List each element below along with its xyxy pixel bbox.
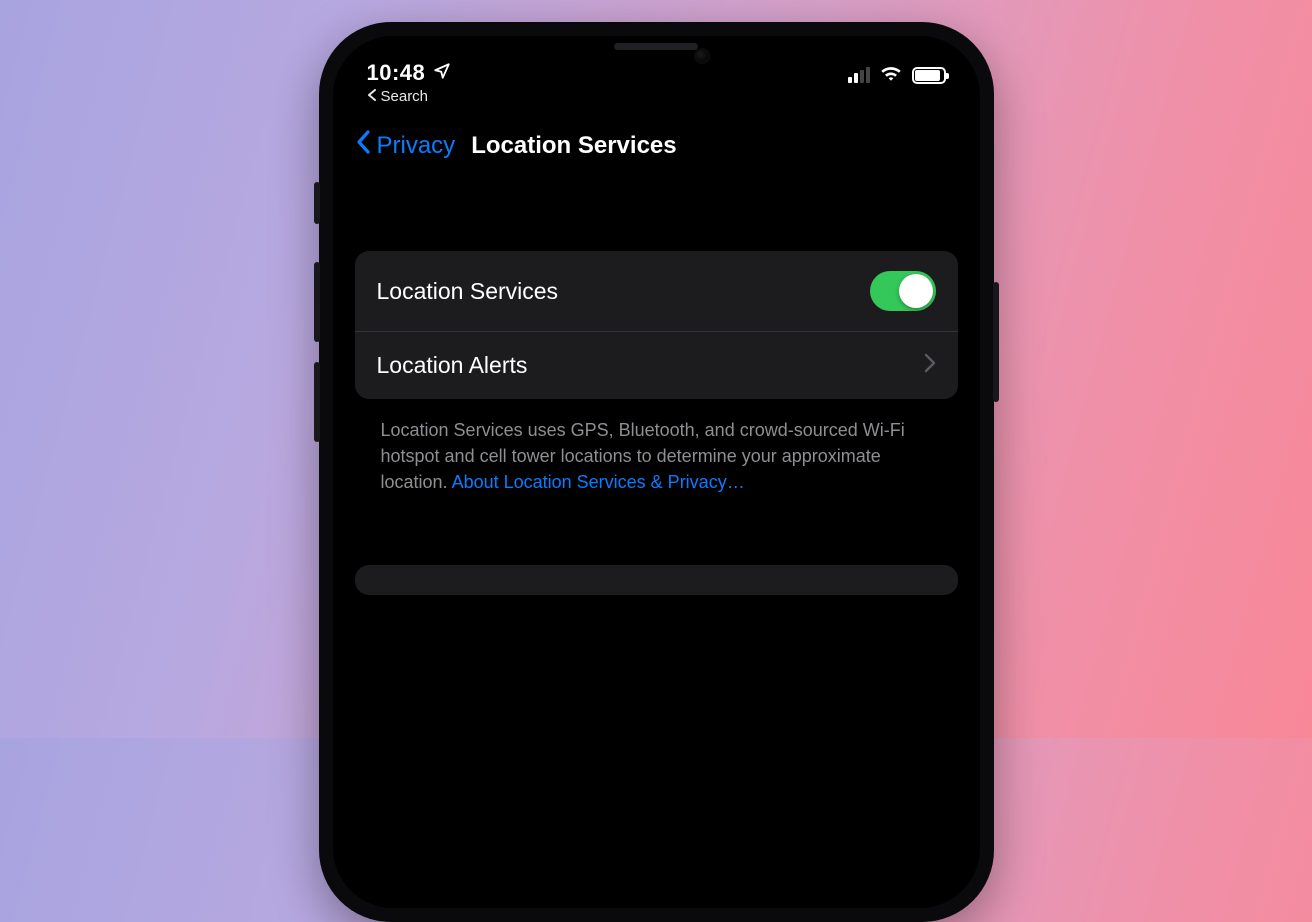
back-label: Privacy xyxy=(377,132,456,160)
footer-description: Location Services uses GPS, Bluetooth, a… xyxy=(355,399,958,513)
back-button[interactable]: Privacy xyxy=(355,130,456,161)
location-services-row: Location Services xyxy=(355,251,958,331)
location-alerts-row[interactable]: Location Alerts xyxy=(355,331,958,399)
speaker-grille xyxy=(614,43,698,50)
breadcrumb[interactable]: Search xyxy=(367,88,452,105)
toggle-knob xyxy=(899,274,933,308)
side-button-volume-up xyxy=(314,262,320,342)
status-right xyxy=(848,54,946,86)
chevron-left-icon xyxy=(355,130,371,161)
wifi-icon xyxy=(880,64,902,86)
location-arrow-icon xyxy=(433,60,451,86)
breadcrumb-back-icon xyxy=(367,88,377,105)
location-services-toggle[interactable] xyxy=(870,271,936,311)
about-location-services-link[interactable]: About Location Services & Privacy… xyxy=(452,472,745,492)
battery-icon xyxy=(912,67,946,84)
nav-bar: Privacy Location Services xyxy=(333,118,980,191)
notch xyxy=(540,36,772,76)
phone-frame: 10:48 Search xyxy=(319,22,994,922)
side-button-silent xyxy=(314,182,320,224)
content-area: Location Services Location Alerts Locati… xyxy=(333,191,980,595)
breadcrumb-label: Search xyxy=(381,88,429,105)
screen: 10:48 Search xyxy=(333,36,980,908)
side-button-power xyxy=(993,282,999,402)
side-button-volume-down xyxy=(314,362,320,442)
status-time-row: 10:48 xyxy=(367,60,452,86)
page-title: Location Services xyxy=(471,132,676,160)
front-camera xyxy=(694,48,710,64)
location-alerts-label: Location Alerts xyxy=(377,352,528,379)
location-services-label: Location Services xyxy=(377,278,559,305)
status-time: 10:48 xyxy=(367,60,426,86)
status-left: 10:48 Search xyxy=(367,54,452,105)
cellular-icon xyxy=(848,67,870,83)
settings-group-next xyxy=(355,565,958,595)
chevron-right-icon xyxy=(924,352,936,379)
settings-group: Location Services Location Alerts xyxy=(355,251,958,399)
